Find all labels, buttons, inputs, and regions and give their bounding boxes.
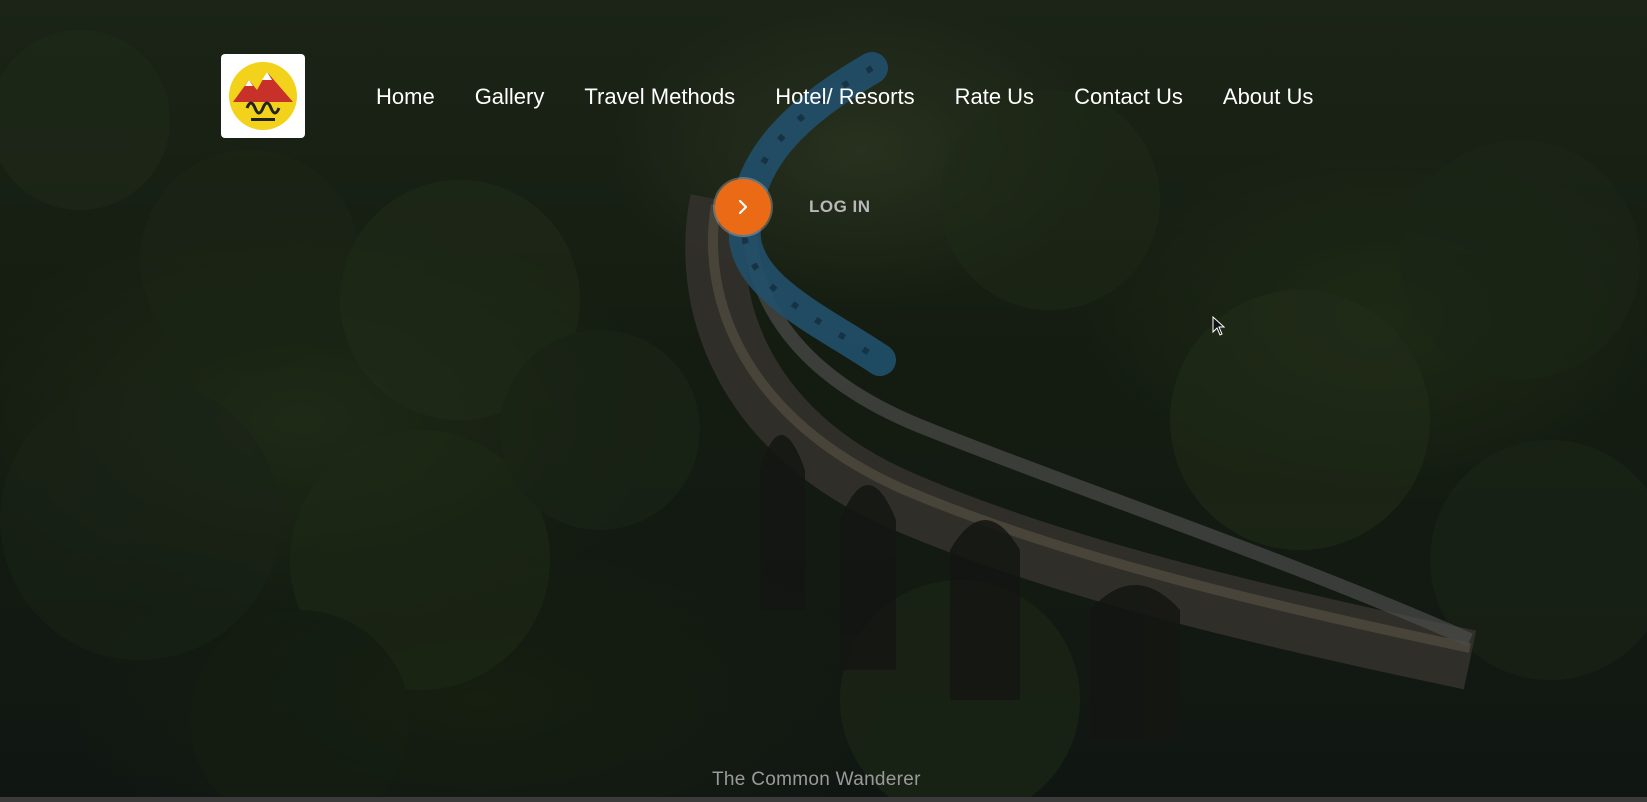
site-logo[interactable]: [221, 54, 305, 138]
nav-home[interactable]: Home: [376, 84, 435, 110]
nav-travel-methods[interactable]: Travel Methods: [584, 84, 735, 110]
nav-rate-us[interactable]: Rate Us: [955, 84, 1034, 110]
chevron-right-icon: [738, 199, 748, 215]
main-nav: Home Gallery Travel Methods Hotel/ Resor…: [376, 80, 1353, 114]
hero-tagline: The Common Wanderer: [712, 769, 921, 790]
login-button[interactable]: [715, 179, 771, 235]
mountain-logo-icon: [229, 62, 297, 130]
login-label[interactable]: LOG IN: [809, 197, 871, 217]
nav-gallery[interactable]: Gallery: [475, 84, 545, 110]
nav-contact-us[interactable]: Contact Us: [1074, 84, 1183, 110]
nav-hotel-resorts[interactable]: Hotel/ Resorts: [775, 84, 914, 110]
mouse-cursor-icon: [1212, 316, 1226, 336]
nav-about-us[interactable]: About Us: [1223, 84, 1314, 110]
bottom-border: [0, 797, 1647, 802]
